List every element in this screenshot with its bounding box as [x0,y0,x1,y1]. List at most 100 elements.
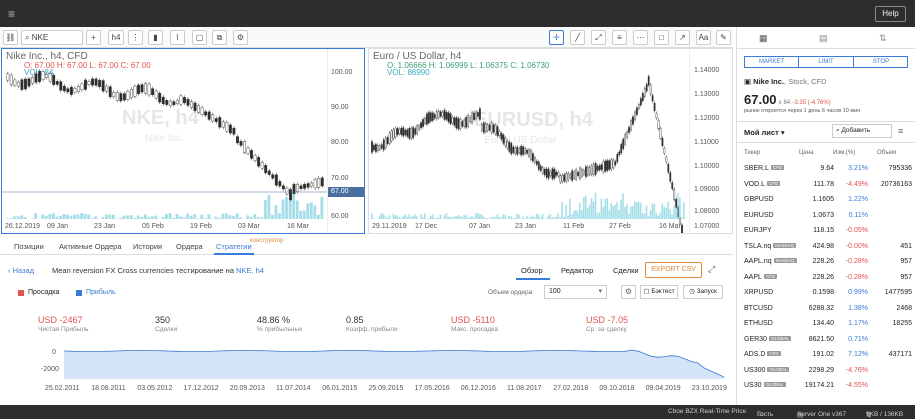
candle-body [433,114,436,119]
link-icon[interactable]: ⛓ [3,30,18,45]
add-compare-icon[interactable]: + [86,30,101,45]
hline-icon[interactable]: ≡ [612,30,627,45]
watchlist-row[interactable]: EURJPY 118.15 -0.05% [737,225,915,239]
text-tool-button[interactable]: Aa [696,30,711,45]
server-label: Server One v367 [797,411,847,418]
tab-trades[interactable]: Сделки [613,266,639,275]
volume-bar [288,200,292,219]
volume-bar [594,192,597,219]
add-symbol-label: Добавить [841,127,871,134]
watchlist-row[interactable]: TSLA.nq NASDAQ 424.98 -0.00% 451 [737,241,915,255]
hamburger-icon[interactable]: ≡ [8,7,15,21]
volume-bar [663,206,665,219]
symbol-search[interactable]: ⌕ NKE [21,30,83,45]
expand-icon[interactable]: ⤢ [708,264,715,275]
watchlist-row[interactable]: US300 GLOBAL 2298.29 -4.76% [737,365,915,379]
brush-icon[interactable]: ✎ [716,30,731,45]
tab-editor[interactable]: Редактор [561,266,593,275]
watchlist-ticker: VOD.L CFD [744,180,781,188]
col-ticker[interactable]: Тикер [744,150,760,156]
candle-body [669,172,672,182]
timeframe-button[interactable]: h4 [108,30,124,45]
watchlist-row[interactable]: ETHUSD 134.40 1.17% 18255 [737,318,915,332]
arrow-icon[interactable]: ↗ [675,30,690,45]
watchlist-change: 1.22% [848,196,868,203]
volume-bar [630,206,632,219]
order-type-limit[interactable]: LIMIT [799,57,854,67]
equity-x-tick: 27.02.2018 [553,385,589,392]
help-button[interactable]: Help [875,6,906,22]
order-type-market[interactable]: MARKET [745,57,799,67]
candle-body [34,73,38,83]
order-ticket-icon[interactable]: ▦ [759,33,768,44]
watchlist-row[interactable]: GER30 GLOBAL 8621.50 0.71% [737,334,915,348]
watchlist-row[interactable]: SBER.L CFD 9.64 3.21% 795336 [737,163,915,177]
ray-icon[interactable]: ⤢ [591,30,606,45]
watchlist-menu-icon[interactable]: ≡ [898,126,903,136]
watchlist-row[interactable]: US30 GLOBAL 19174.21 -4.55% [737,380,915,394]
watchlist-selector[interactable]: Мой лист ▾ [744,128,785,137]
depth-icon[interactable]: ▤ [819,33,828,44]
col-volume[interactable]: Объем [877,150,896,156]
backtest-button[interactable]: ▢ Бэктест [640,285,678,299]
fib-icon[interactable]: ⋯ [633,30,648,45]
templates-icon[interactable]: ▢ [192,30,207,45]
volume-bar [433,217,436,219]
run-button[interactable]: ◷ Запуск [683,285,723,299]
watchlist-row[interactable]: BTCUSD 6288.32 1.38% 2468 [737,303,915,317]
tab-strategies[interactable]: Стратегии [216,242,252,251]
watchlist-row[interactable]: AAPL CFD 228.26 -0.28% 957 [737,272,915,286]
candles-icon[interactable]: ▮ [148,30,163,45]
watchlist-row[interactable]: XRPUSD 0.1598 0.99% 1477595 [737,287,915,301]
candle-body [575,169,577,180]
candle-body [264,165,268,174]
constructor-badge[interactable]: конструктор [250,238,283,244]
volume-bar [221,213,225,219]
export-csv-button[interactable]: EXPORT CSV [645,262,702,278]
metric-avg-trade-label: Ср. за сделку [586,326,627,333]
col-price[interactable]: Цена [799,150,813,156]
metric-win-rate: 48.86 % [257,315,291,325]
tab-orders[interactable]: Ордера [176,242,203,251]
equity-x-tick: 25.09.2015 [368,385,404,392]
candle-body [320,177,324,187]
tab-overview[interactable]: Обзор [521,266,543,275]
run-label: Запуск [696,288,717,295]
candle-body [512,146,515,153]
candle-body [400,127,403,135]
trendline-icon[interactable]: ╱ [570,30,585,45]
sort-icon[interactable]: ⇅ [879,33,887,44]
watchlist-row[interactable]: EURUSD 1.0673 0.11% [737,210,915,224]
chart-type-icon[interactable]: ⋮ [128,30,143,45]
volume-bar [582,197,585,219]
crosshair-icon[interactable]: ✛ [549,30,564,45]
volume-bar [494,217,497,219]
tab-positions[interactable]: Позиции [14,242,44,251]
volume-bar [443,215,446,219]
candle-body [565,173,568,182]
candle-body [218,117,222,128]
watchlist-row[interactable]: ADS.D CFD 191.02 7.12% 437171 [737,349,915,363]
settings-icon[interactable]: ⚙ [233,30,248,45]
rectangle-icon[interactable]: □ [654,30,669,45]
watchlist-row[interactable]: VOD.L CFD 111.78 -4.49% 20736163 [737,179,915,193]
watchlist-row[interactable]: GBPUSD 1.1605 1.22% [737,194,915,208]
add-symbol-input[interactable]: ⌕ Добавить [832,124,892,138]
tab-active-orders[interactable]: Активные Ордера [59,242,122,251]
instrument-type: , Stock, CFD [784,77,827,86]
volume-bar [267,194,271,219]
volume-bar [285,196,288,219]
chart-nke[interactable]: Nike Inc., h4, CFD O: 67.00 H: 67.00 L: … [1,48,365,234]
indicators-icon[interactable]: ⌇ [170,30,185,45]
volume-bar [410,216,412,219]
order-volume-select[interactable]: 100 ▾ [544,285,607,299]
order-type-stop[interactable]: STOP [854,57,908,67]
tab-history[interactable]: История [133,242,162,251]
strategy-symbol-link[interactable]: NKE, h4 [236,266,264,275]
back-button[interactable]: ‹ Назад [8,266,34,275]
watchlist-row[interactable]: AAPL.nq NASDAQ 228.26 -0.28% 957 [737,256,915,270]
col-change[interactable]: Изм.(%) [833,150,855,156]
chart-eurusd[interactable]: Euro / US Dollar, h4 O: 1.06666 H: 1.069… [368,48,733,234]
strategy-settings-icon[interactable]: ⚙ [621,285,636,299]
layout-icon[interactable]: ⧉ [212,30,227,45]
